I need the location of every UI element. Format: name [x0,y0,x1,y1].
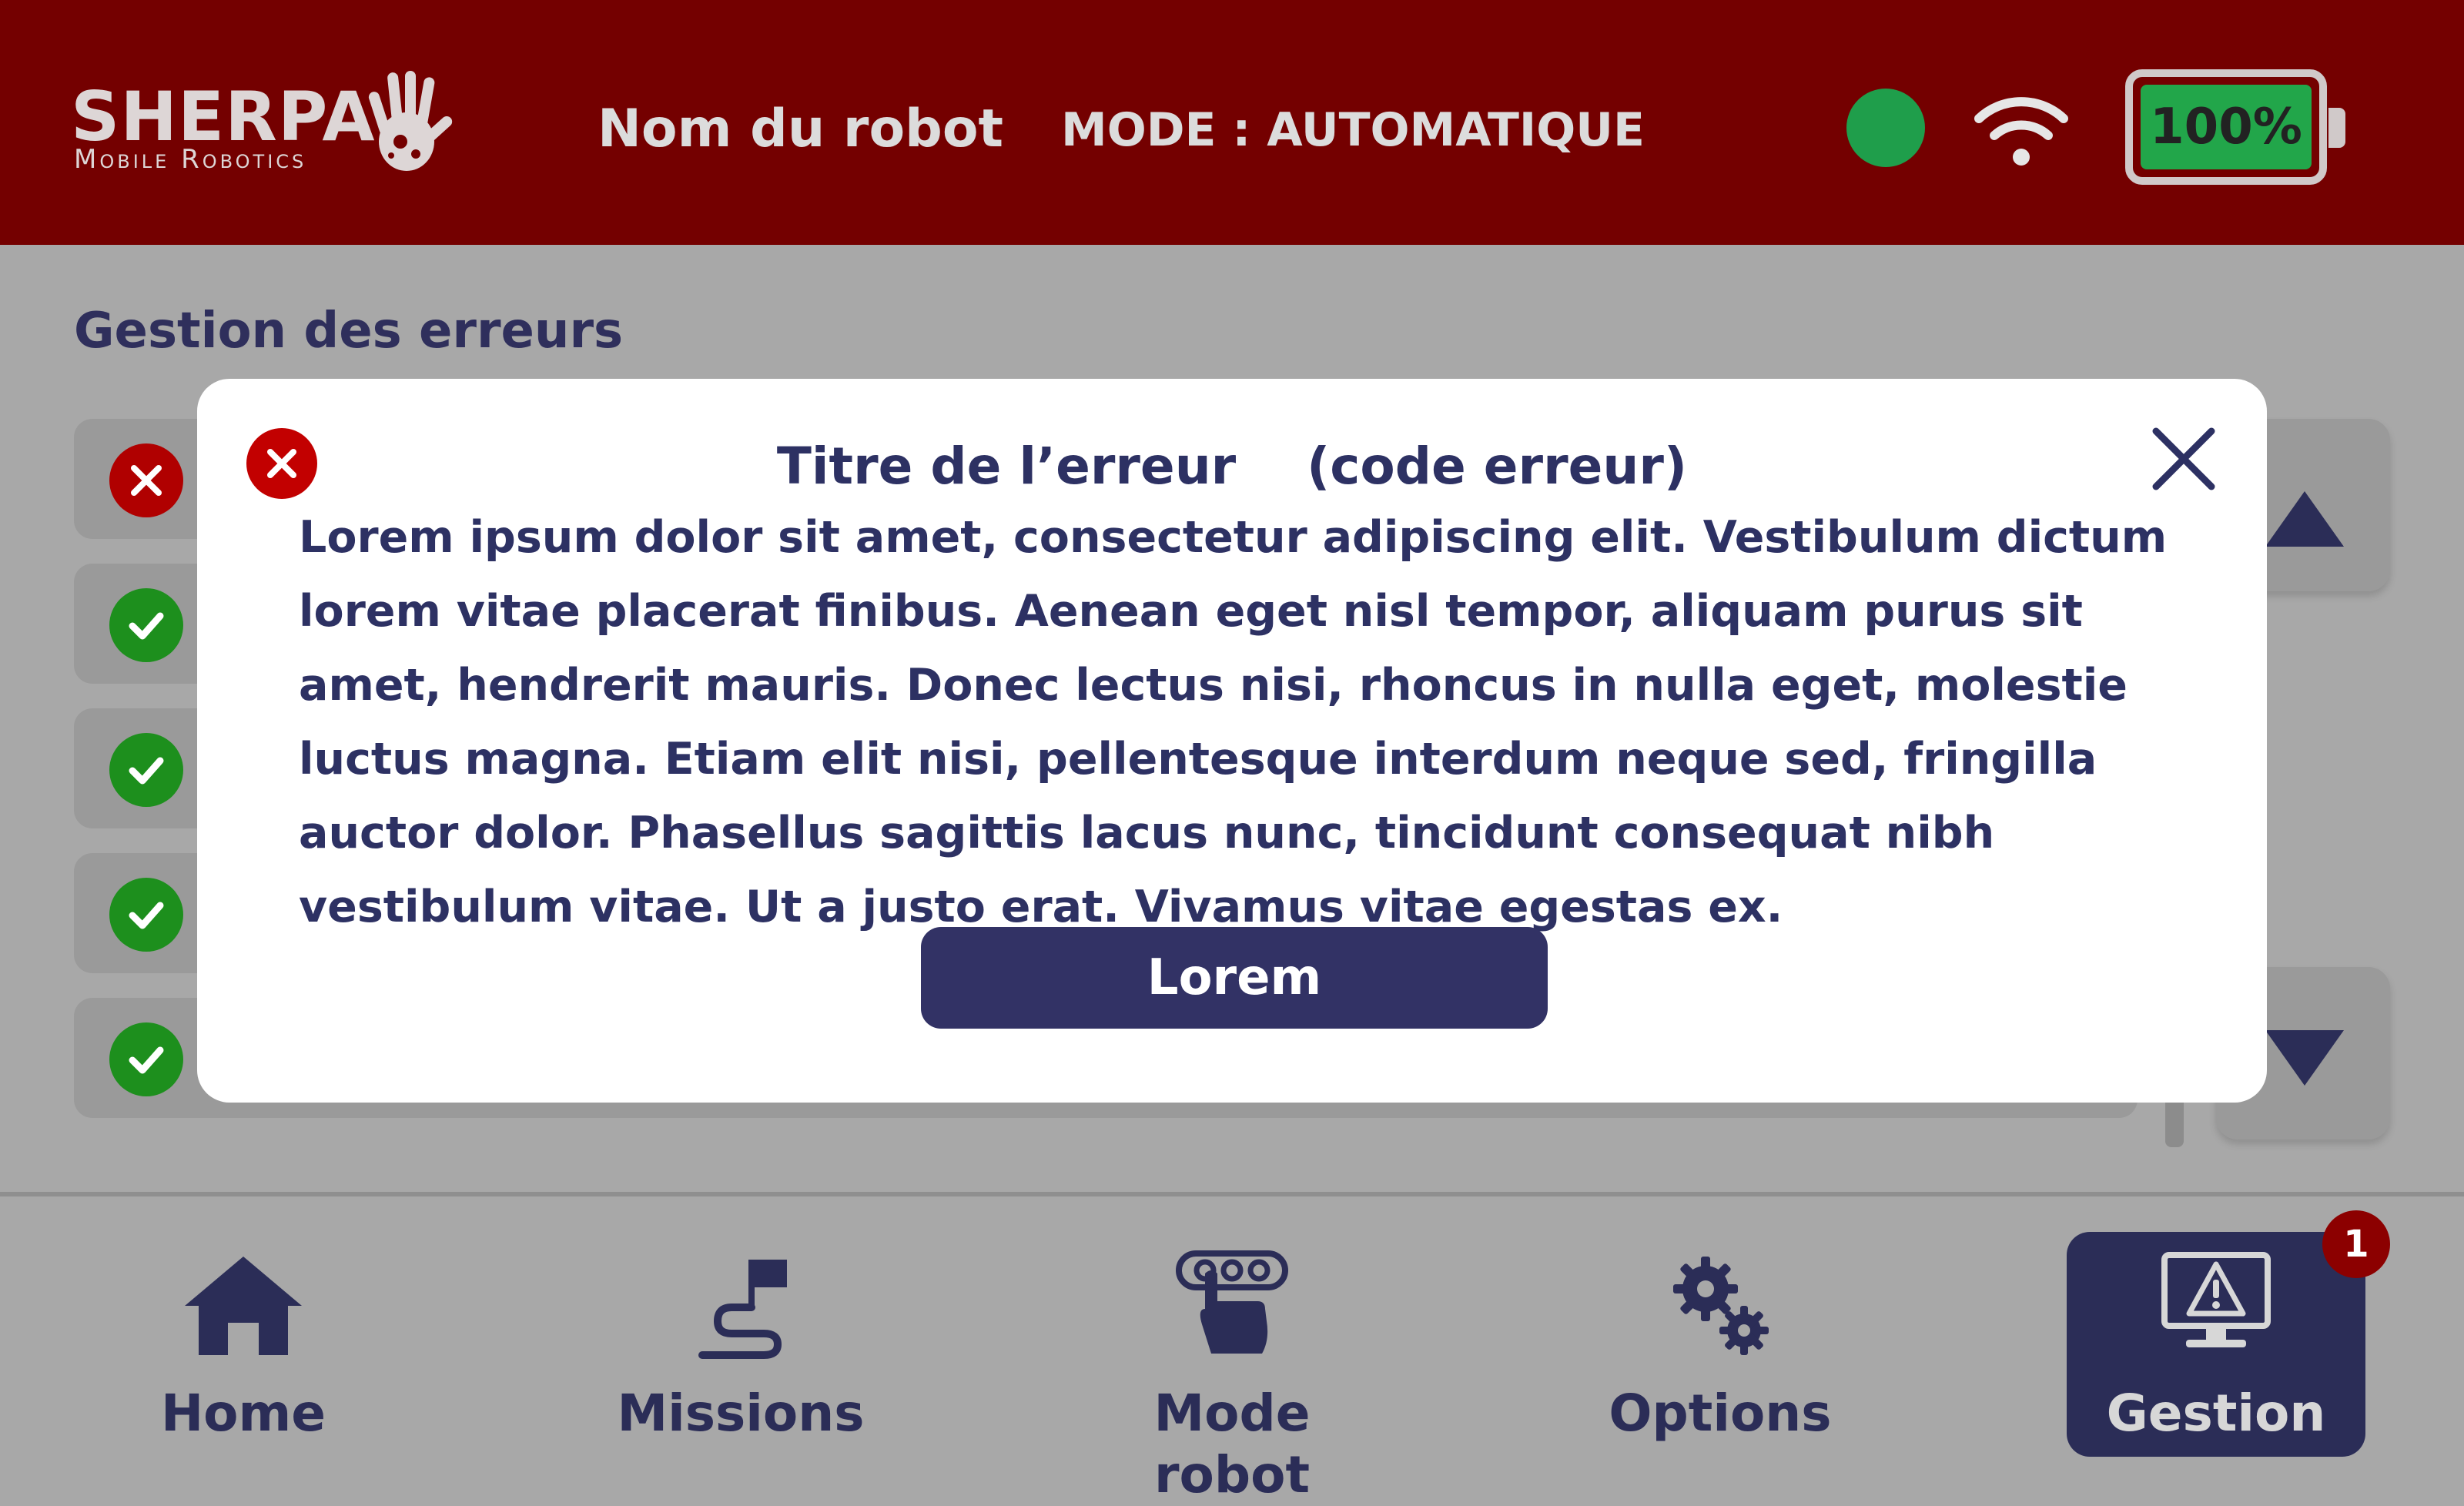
robot-control-icon [1176,1250,1288,1354]
error-status-icon [109,443,183,517]
nav-options-label: Options [1609,1384,1832,1443]
nav-home[interactable]: Home [82,1196,405,1483]
arrow-up-icon [2265,491,2344,547]
section-title: Gestion des erreurs [74,303,624,360]
nav-mode-robot[interactable]: Mode robot [1070,1196,1394,1504]
check-icon [109,588,183,662]
battery-icon: 100% [2125,69,2327,185]
logo-subtitle: Mobile Robotics [74,144,307,175]
mode-label: MODE : AUTOMATIQUE [1061,103,1645,157]
close-icon[interactable] [2145,420,2222,497]
mission-flag-icon [698,1260,787,1359]
check-icon [109,1022,183,1096]
check-icon [109,878,183,952]
nav-gestion[interactable]: Gestion [2067,1232,2365,1457]
arrow-down-icon [2265,1030,2344,1086]
nav-gestion-label: Gestion [2106,1384,2326,1443]
home-icon [185,1257,302,1355]
nav-options[interactable]: Options [1558,1196,1882,1483]
gears-icon [1673,1257,1769,1355]
dialog-message: Lorem ipsum dolor sit amet, consectetur … [299,512,2168,932]
battery-tip [2328,108,2345,148]
nav-missions[interactable]: Missions [579,1196,902,1483]
logo-title: SHERPA [71,77,376,156]
connection-status-indicator [1846,89,1925,167]
nav-missions-label: Missions [617,1384,865,1443]
battery-level: 100% [2141,85,2312,169]
top-bar: SHERPA Mobile Robotics Nom du robot MODE… [0,0,2464,245]
error-dialog: Titre de l’erreur (code erreur) Lorem ip… [197,379,2267,1103]
robot-name: Nom du robot [598,99,1004,159]
wifi-icon [1974,97,2068,166]
hand-logo-icon [368,71,453,171]
notification-badge: 1 [2322,1210,2390,1278]
dialog-confirm-button[interactable]: Lorem [921,927,1548,1029]
warning-monitor-icon [2161,1252,2271,1347]
check-icon [109,733,183,807]
nav-home-label: Home [160,1384,326,1443]
dialog-title: Titre de l’erreur (code erreur) [776,437,1688,496]
nav-mode-robot-label: Mode robot [1153,1384,1311,1504]
bottom-navigation: Home Missions Mode robot Options Gestion [0,1192,2464,1504]
